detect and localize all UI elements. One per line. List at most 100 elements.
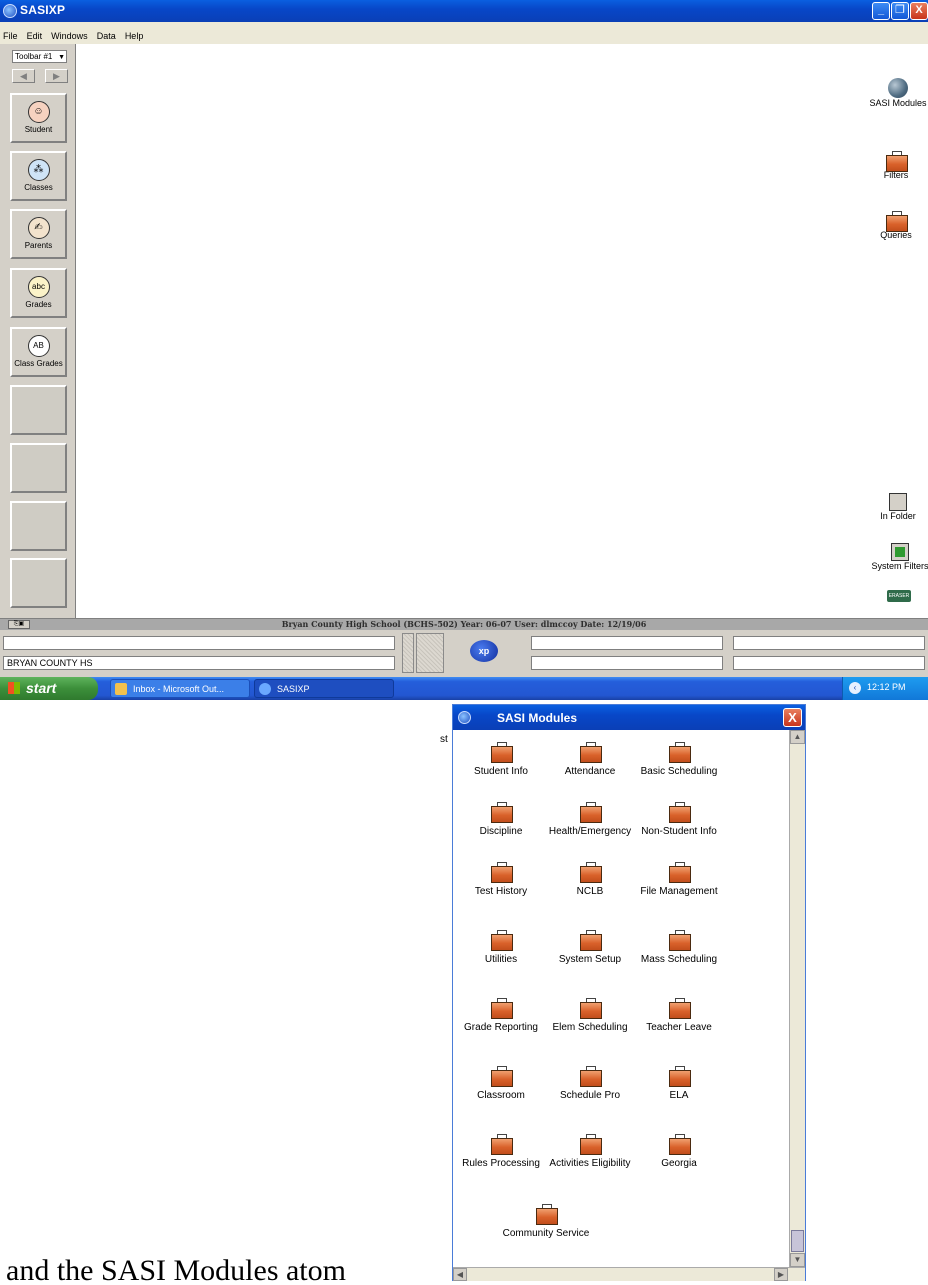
toolbar-selector-value: Toolbar #1 bbox=[15, 52, 53, 61]
toolbar-button-label: Parents bbox=[24, 241, 53, 250]
briefcase-icon bbox=[668, 930, 691, 951]
scroll-thumb[interactable] bbox=[791, 1230, 804, 1252]
toolbar-empty-slot[interactable] bbox=[10, 558, 67, 608]
module-item[interactable]: Discipline bbox=[453, 802, 549, 837]
eraser-shortcut[interactable]: ERASER bbox=[874, 590, 924, 602]
school-field[interactable]: BRYAN COUNTY HS bbox=[3, 656, 395, 670]
module-item[interactable]: Activities Eligibility bbox=[542, 1134, 638, 1169]
briefcase-icon bbox=[490, 998, 513, 1019]
module-item[interactable]: Test History bbox=[453, 862, 549, 897]
module-item[interactable]: Utilities bbox=[453, 930, 549, 965]
toolbar-class-grades-button[interactable]: AB Class Grades bbox=[10, 327, 67, 377]
taskbar-item-sasixp[interactable]: SASIXP bbox=[254, 679, 394, 698]
toolbar-student-button[interactable]: ☺ Student bbox=[10, 93, 67, 143]
module-label: File Management bbox=[640, 886, 718, 897]
menu-file[interactable]: File bbox=[0, 22, 21, 41]
status-field-a[interactable] bbox=[531, 636, 723, 650]
status-field-empty[interactable] bbox=[3, 636, 395, 650]
toolbar-parents-button[interactable]: ✍ Parents bbox=[10, 209, 67, 259]
window-title: SASIXP bbox=[20, 3, 66, 17]
module-item[interactable]: Grade Reporting bbox=[453, 998, 549, 1033]
toolbar-panel: Toolbar #1 ▼ ◀ ▶ ☺ Student ⁂ Classes ✍ P… bbox=[0, 44, 76, 618]
module-item[interactable]: Classroom bbox=[453, 1066, 549, 1101]
module-item[interactable]: Attendance bbox=[542, 742, 638, 777]
restore-button[interactable]: ❐ bbox=[891, 2, 909, 20]
sasi-modules-shortcut[interactable]: SASI Modules bbox=[868, 78, 928, 108]
taskbar-item-inbox[interactable]: Inbox - Microsoft Out... bbox=[110, 679, 250, 698]
toolbar-empty-slot[interactable] bbox=[10, 443, 67, 493]
app-globe-icon bbox=[3, 4, 17, 18]
scroll-left-icon[interactable]: ◀ bbox=[453, 1268, 467, 1281]
system-filters-shortcut[interactable]: System Filters bbox=[870, 543, 928, 571]
menu-bar: File Edit Windows Data Help bbox=[0, 22, 928, 44]
module-item[interactable]: File Management bbox=[631, 862, 727, 897]
briefcase-icon bbox=[490, 1066, 513, 1087]
toolbar-empty-slot[interactable] bbox=[10, 385, 67, 435]
briefcase-icon bbox=[490, 862, 513, 883]
toolbar-grades-button[interactable]: abc Grades bbox=[10, 268, 67, 318]
toolbar-classes-button[interactable]: ⁂ Classes bbox=[10, 151, 67, 201]
filters-shortcut[interactable]: Filters bbox=[866, 151, 926, 180]
toolbar-selector[interactable]: Toolbar #1 ▼ bbox=[12, 50, 67, 63]
tray-arrow-icon[interactable]: ‹ bbox=[849, 682, 861, 694]
module-item[interactable]: Schedule Pro bbox=[542, 1066, 638, 1101]
close-button[interactable]: X bbox=[910, 2, 928, 20]
status-field-c[interactable] bbox=[531, 656, 723, 670]
status-field-b[interactable] bbox=[733, 636, 925, 650]
toolbar-empty-slot[interactable] bbox=[10, 501, 67, 551]
briefcase-icon bbox=[668, 998, 691, 1019]
in-folder-shortcut[interactable]: In Folder bbox=[868, 493, 928, 521]
module-label: Mass Scheduling bbox=[640, 954, 718, 965]
module-item[interactable]: Health/Emergency bbox=[542, 802, 638, 837]
module-label: Discipline bbox=[479, 826, 523, 837]
start-button[interactable]: start bbox=[0, 677, 98, 700]
module-item[interactable]: Teacher Leave bbox=[631, 998, 727, 1033]
chevron-down-icon: ▼ bbox=[58, 54, 65, 61]
module-item[interactable]: Georgia bbox=[631, 1134, 727, 1169]
module-item[interactable]: NCLB bbox=[542, 862, 638, 897]
briefcase-icon bbox=[490, 930, 513, 951]
module-label: Elem Scheduling bbox=[552, 1022, 628, 1033]
module-item[interactable]: Elem Scheduling bbox=[542, 998, 638, 1033]
modules-close-button[interactable]: X bbox=[783, 708, 802, 727]
module-label: Utilities bbox=[484, 954, 518, 965]
menu-data[interactable]: Data bbox=[94, 22, 119, 41]
menu-edit[interactable]: Edit bbox=[24, 22, 46, 41]
modules-globe-icon bbox=[458, 711, 471, 724]
horizontal-scrollbar[interactable]: ◀ ▶ bbox=[453, 1267, 805, 1281]
toolbar-button-label: Class Grades bbox=[14, 359, 63, 368]
module-item[interactable]: Rules Processing bbox=[453, 1134, 549, 1169]
module-item[interactable]: System Setup bbox=[542, 930, 638, 965]
briefcase-icon bbox=[579, 1066, 602, 1087]
sasi-modules-window: SASI Modules X Student Info Attendance Bas… bbox=[452, 704, 806, 1281]
briefcase-icon bbox=[579, 742, 602, 763]
queries-shortcut[interactable]: Queries bbox=[866, 211, 926, 240]
toolbar-next-button[interactable]: ▶ bbox=[45, 69, 68, 83]
scroll-right-icon[interactable]: ▶ bbox=[774, 1268, 788, 1281]
menu-help[interactable]: Help bbox=[122, 22, 147, 41]
briefcase-icon bbox=[579, 998, 602, 1019]
briefcase-icon bbox=[885, 151, 908, 172]
outlook-icon bbox=[115, 683, 127, 695]
module-item[interactable]: Community Service bbox=[498, 1204, 594, 1239]
modules-window-title: SASI Modules bbox=[497, 711, 578, 725]
toolbar-prev-button[interactable]: ◀ bbox=[12, 69, 35, 83]
menu-windows[interactable]: Windows bbox=[48, 22, 91, 41]
shortcut-label: SASI Modules bbox=[869, 98, 927, 108]
module-item[interactable]: ELA bbox=[631, 1066, 727, 1101]
briefcase-icon bbox=[668, 862, 691, 883]
briefcase-icon bbox=[579, 930, 602, 951]
scroll-down-icon[interactable]: ▼ bbox=[790, 1253, 805, 1267]
module-item[interactable]: Basic Scheduling bbox=[631, 742, 727, 777]
briefcase-icon bbox=[490, 742, 513, 763]
vertical-scrollbar[interactable]: ▲ ▼ bbox=[789, 730, 805, 1267]
module-item[interactable]: Mass Scheduling bbox=[631, 930, 727, 965]
module-label: Community Service bbox=[502, 1228, 590, 1239]
scroll-up-icon[interactable]: ▲ bbox=[790, 730, 805, 744]
briefcase-icon bbox=[668, 802, 691, 823]
minimize-button[interactable]: _ bbox=[872, 2, 890, 20]
status-field-d[interactable] bbox=[733, 656, 925, 670]
module-item[interactable]: Non-Student Info bbox=[631, 802, 727, 837]
module-label: Classroom bbox=[477, 1090, 525, 1101]
module-item[interactable]: Student Info bbox=[453, 742, 549, 777]
